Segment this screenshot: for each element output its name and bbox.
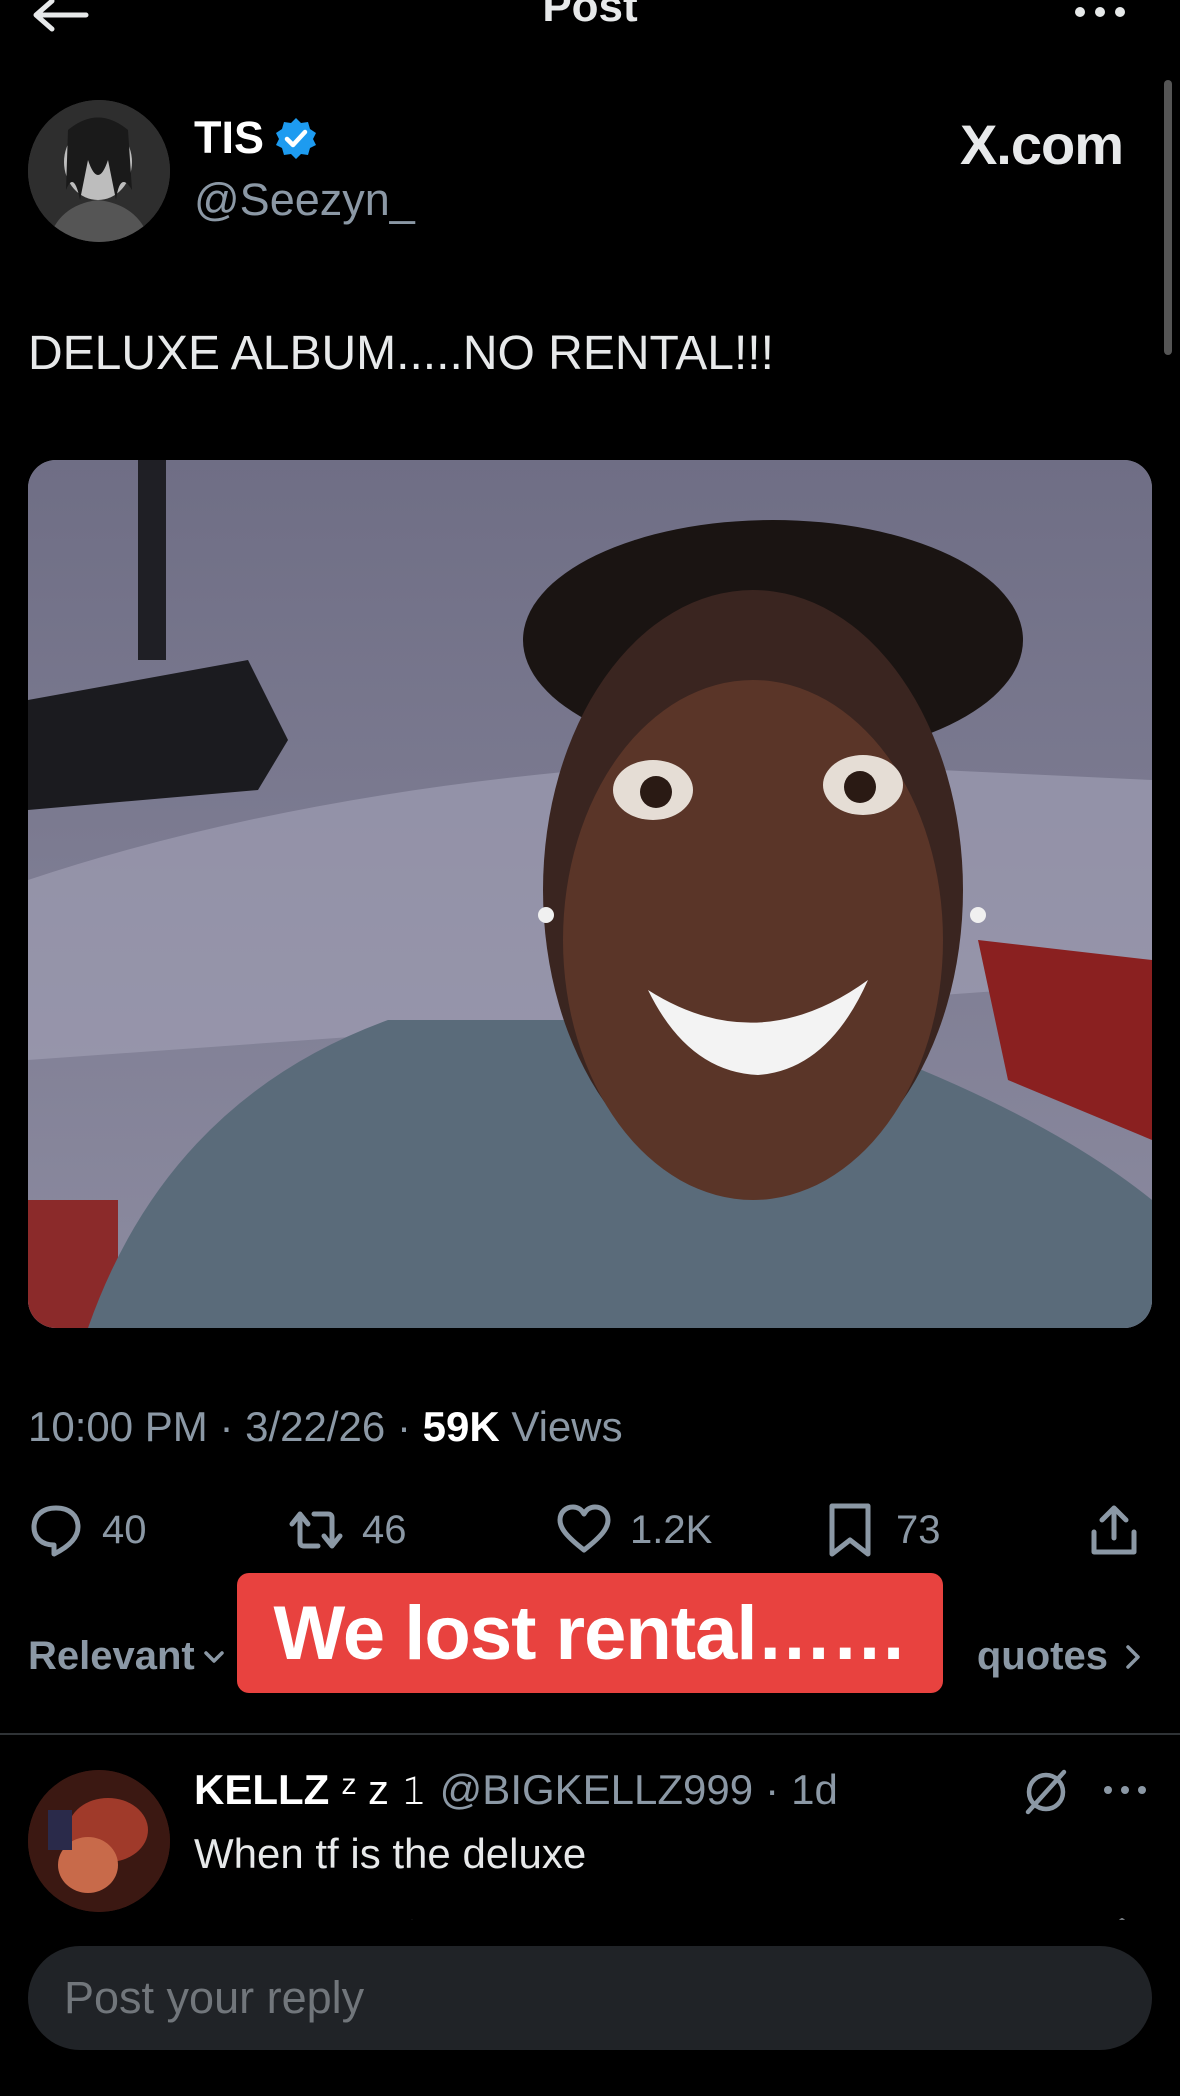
sort-label: Relevant (28, 1634, 195, 1678)
repost-button[interactable]: 46 (288, 1502, 407, 1558)
page-title: Post (542, 0, 638, 31)
reply-more-icon[interactable] (1102, 1782, 1148, 1798)
reply-input-placeholder: Post your reply (64, 1972, 365, 2023)
reply-button[interactable]: 40 (28, 1502, 147, 1558)
repost-count: 46 (362, 1507, 407, 1552)
author-handle[interactable]: @Seezyn_ (194, 174, 415, 226)
chevron-down-icon (204, 1650, 224, 1663)
post-date: 3/22/26 (245, 1403, 386, 1450)
views-label: Views (511, 1403, 623, 1450)
reply-author-handle[interactable]: @BIGKELLZ999 (440, 1766, 753, 1814)
reply-name-suffix: ᶻ z 𝟷 (341, 1766, 428, 1813)
share-button[interactable] (1086, 1502, 1142, 1558)
reply-input[interactable]: Post your reply (28, 1946, 1152, 2050)
caption-banner: We lost rental…… (237, 1573, 943, 1693)
quotes-label: quotes (976, 1634, 1108, 1678)
scrollbar[interactable] (1164, 80, 1172, 355)
divider (0, 1733, 1180, 1735)
reply-count: 40 (102, 1507, 147, 1552)
bookmark-count: 73 (896, 1507, 941, 1552)
chevron-right-icon (1126, 1644, 1140, 1669)
like-button[interactable]: 1.2K (556, 1502, 712, 1558)
reply-header: KELLZ ᶻ z 𝟷 @BIGKELLZ999 · 1d (194, 1766, 838, 1814)
verified-badge-icon (276, 118, 317, 159)
post-image[interactable] (28, 460, 1152, 1328)
heart-icon (557, 1504, 611, 1553)
caption-text: We lost rental…… (273, 1590, 908, 1676)
grok-icon[interactable] (1020, 1766, 1072, 1818)
author-name[interactable]: TIS (194, 112, 318, 164)
reply-text: When tf is the deluxe (194, 1830, 587, 1877)
post-time: 10:00 PM (28, 1403, 208, 1450)
post-text: DELUXE ALBUM.....NO RENTAL!!! (28, 327, 774, 380)
watermark: X.com (959, 113, 1124, 176)
author-name-text: TIS (194, 112, 265, 163)
author-avatar[interactable] (28, 100, 170, 242)
view-quotes-link[interactable]: quotes (977, 1634, 1144, 1679)
views-count: 59K (422, 1403, 500, 1450)
post-meta: 10:00 PM · 3/22/26 · 59K Views (28, 1403, 623, 1450)
more-horizontal-icon[interactable] (1072, 2, 1128, 22)
bookmark-button[interactable]: 73 (822, 1502, 941, 1558)
sort-dropdown[interactable]: Relevant (28, 1634, 227, 1679)
reply-avatar[interactable] (28, 1770, 170, 1912)
share-icon (1091, 1505, 1137, 1555)
reply-author-name[interactable]: KELLZ (194, 1766, 329, 1814)
repost-icon (289, 1511, 343, 1549)
reply-time: 1d (791, 1766, 838, 1813)
like-count: 1.2K (630, 1507, 713, 1552)
reply-icon (31, 1505, 81, 1557)
bookmark-icon (829, 1503, 871, 1557)
